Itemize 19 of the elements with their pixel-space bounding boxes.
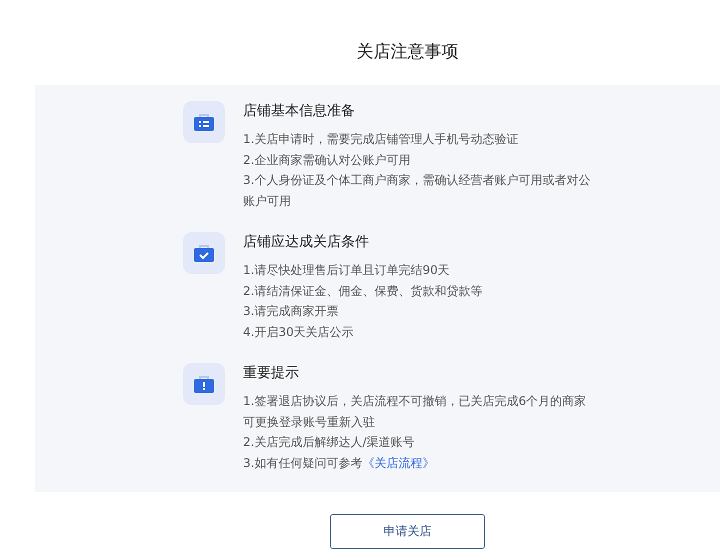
notice-item: 2.企业商家需确认对公账户可用 bbox=[243, 152, 412, 168]
notice-item: 1.请尽快处理售后订单且订单完结90天 bbox=[243, 262, 451, 279]
page-title: 关店注意事项 bbox=[356, 41, 460, 64]
notice-item: 3.如有任何疑问可参考《关店流程》 bbox=[243, 454, 436, 472]
section-heading: 重要提示 bbox=[243, 364, 300, 383]
notice-item: 2.请结清保证金、佣金、保费、货款和贷款等 bbox=[243, 282, 484, 300]
notice-item: 1.关店申请时，需要完成店铺管理人手机号动态验证 bbox=[243, 131, 520, 148]
section-heading: 店铺基本信息准备 bbox=[243, 102, 356, 121]
notice-item: 3.请完成商家开票 bbox=[243, 303, 340, 320]
notice-item: 2.关店完成后解绑达人/渠道账号 bbox=[243, 434, 416, 451]
briefcase-check-icon bbox=[183, 232, 225, 274]
notice-item: 3.个人身份证及个体工商户商家，需确认经营者账户可用或者对公账户可用 bbox=[243, 172, 592, 210]
notice-item: 4.开启30天关店公示 bbox=[243, 324, 355, 340]
briefcase-alert-icon bbox=[183, 363, 225, 405]
briefcase-icon bbox=[183, 101, 225, 143]
apply-close-button[interactable]: 申请关店 bbox=[330, 514, 485, 549]
notice-item: 1.签署退店协议后，关店流程不可撤销，已关店完成6个月的商家可更换登录账号重新入驻 bbox=[243, 393, 588, 430]
section-heading: 店铺应达成关店条件 bbox=[243, 233, 370, 252]
process-link[interactable]: 《关店流程》 bbox=[362, 456, 434, 470]
